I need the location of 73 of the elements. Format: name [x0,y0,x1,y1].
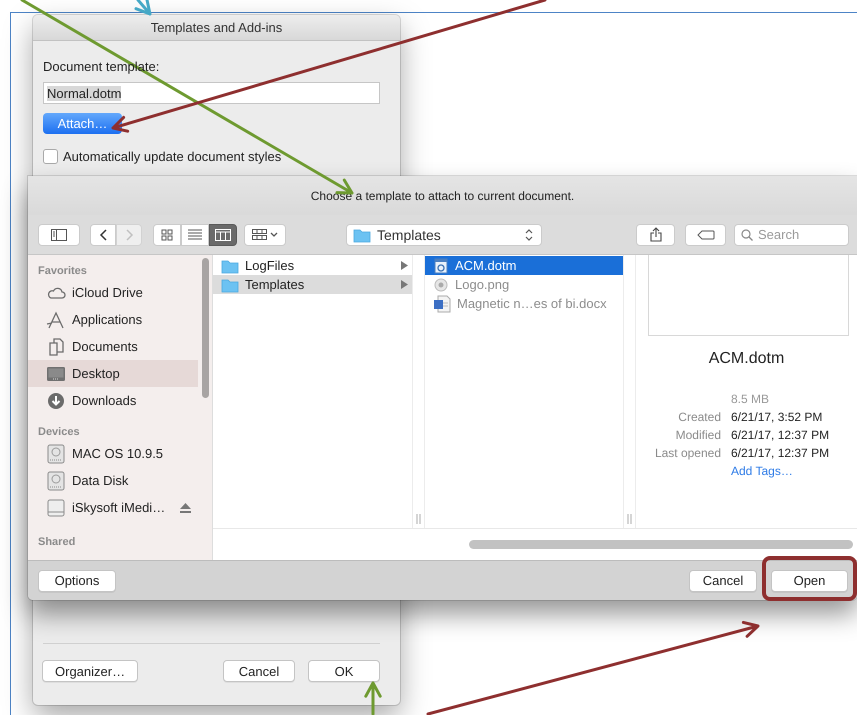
detail-value: 6/21/17, 3:52 PM [731,409,824,426]
dialog-button[interactable]: Organizer… [42,660,138,682]
sidebar-icon [51,228,67,240]
panel-message: Choose a template to attach to current document. [28,176,857,215]
dialog-button[interactable]: Open [771,570,848,592]
disclosure-arrow-icon [401,261,408,270]
detail-label: Created [677,409,721,426]
checkbox[interactable] [43,149,58,164]
sidebar-toggle-button[interactable] [38,224,80,246]
list-view-button[interactable] [181,224,209,246]
checkbox-label: Automatically update document styles [63,149,282,164]
file-size: 8.5 MB [731,391,770,408]
sidebar-item[interactable]: Desktop [28,360,198,387]
back-button[interactable] [90,224,116,246]
location-popup[interactable]: Templates [346,224,542,246]
sidebar-item[interactable]: MAC OS 10.9.5 [28,440,198,467]
share-button[interactable] [636,224,675,246]
drive-icon [46,498,64,518]
share-icon [650,227,662,242]
detail-value: 6/21/17, 12:37 PM [731,427,830,444]
documents-icon [46,338,64,356]
tag-button[interactable] [685,224,726,246]
download-icon [46,392,64,410]
columns-icon [215,228,231,240]
folder-icon [221,276,239,292]
up-down-chevron-icon [525,228,533,240]
sidebar-item[interactable]: Applications [28,306,198,333]
sidebar-item[interactable]: iSkysoft iMedi… [28,494,198,521]
sidebar-item[interactable]: Data Disk [28,467,198,494]
horizontal-scrollbar[interactable] [469,540,853,549]
chevron-right-icon [124,228,134,240]
file-row[interactable]: Templates [213,275,412,294]
eject-icon [180,502,192,512]
scrollbar[interactable] [202,258,209,398]
chevron-down-icon [270,232,278,238]
sidebar-heading: Favorites [37,264,88,279]
tag-icon [696,230,714,240]
word-document-icon [433,294,451,312]
chevron-left-icon [98,228,108,240]
column-view-button[interactable] [209,224,237,246]
add-tags-link[interactable]: Add Tags… [731,462,857,480]
dialog-button[interactable]: Cancel [689,570,757,592]
template-field[interactable]: Normal.dotm [43,82,380,104]
dialog-button[interactable]: Options [38,570,116,592]
cloud-icon [46,284,66,300]
image-file-icon [433,276,449,292]
dialog-button[interactable]: OK [308,660,380,682]
resize-handle-icon [627,514,632,524]
icon-view-button[interactable] [153,224,181,246]
arrange-button[interactable] [244,224,286,246]
desktop-icon [46,366,66,382]
sidebar-heading: Devices [37,425,81,440]
detail-label: Modified [674,427,721,444]
arrange-grid-icon [252,229,267,240]
disclosure-arrow-icon [401,280,408,289]
detail-value: 6/21/17, 12:37 PM [731,445,830,462]
sidebar-item[interactable]: iCloud Drive [28,279,198,306]
dialog-title: Templates and Add-ins [33,15,400,41]
applications-icon [46,310,66,328]
template-file-icon [433,258,449,274]
folder-icon [353,226,371,242]
list-icon [188,229,202,240]
sidebar-item[interactable]: Downloads [28,387,198,414]
resize-handle-icon [416,514,421,524]
grid-icon [161,228,173,240]
file-row[interactable]: ACM.dotm [425,256,623,275]
sidebar-heading: Shared [37,535,76,550]
sidebar-item[interactable]: Documents [28,333,198,360]
preview-file-name: ACM.dotm [708,349,786,369]
detail-label: Last opened [654,445,721,462]
file-row[interactable]: LogFiles [213,256,412,275]
dialog-button[interactable]: Cancel [223,660,295,682]
search-field[interactable]: Search [734,224,849,246]
